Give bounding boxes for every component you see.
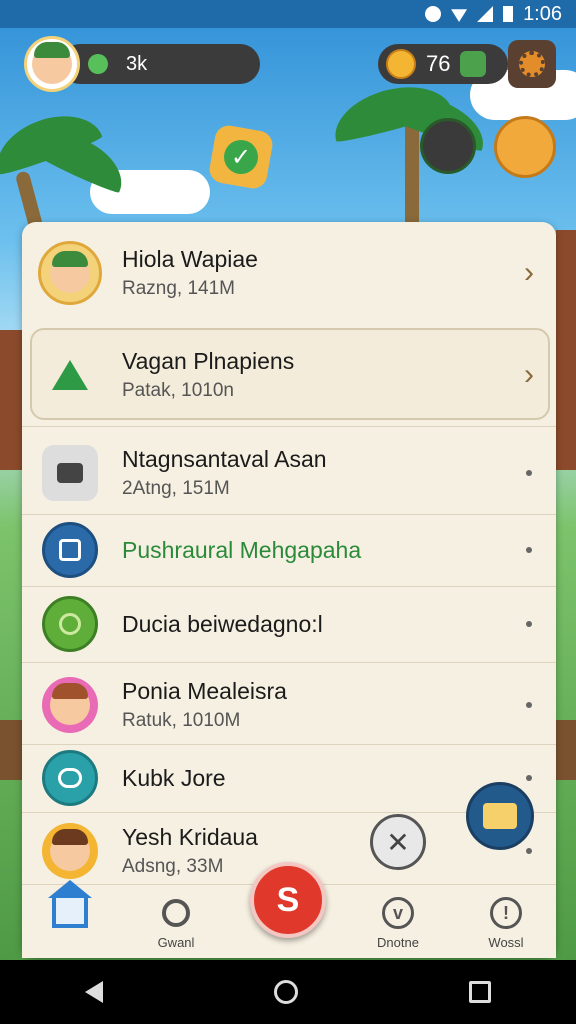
avatar-face-icon xyxy=(50,829,90,871)
list-item-text: Ponia Mealeisra Ratuk, 1010M xyxy=(122,676,287,734)
map-icon xyxy=(42,522,98,578)
compass-icon: ✕ xyxy=(386,826,410,858)
nav-home[interactable] xyxy=(30,880,110,935)
list-item-text: Yesh Kridaua Adsng, 33M xyxy=(122,822,258,880)
list-item[interactable]: Ducia beiwedagno:l xyxy=(22,596,556,652)
leaf-icon xyxy=(42,596,98,652)
message-icon xyxy=(483,803,517,829)
more-dot-icon[interactable] xyxy=(526,547,532,553)
gem-icon xyxy=(88,54,108,74)
gems-value: 3k xyxy=(126,52,148,75)
list-item-subtitle: Adsng, 33M xyxy=(122,856,224,877)
list-item-text: Pushraural Mehgapaha xyxy=(122,535,361,565)
list-item-title: Ntagnsantaval Asan xyxy=(122,446,327,472)
more-dot-icon[interactable] xyxy=(526,775,532,781)
avatar-face-icon xyxy=(50,251,90,293)
chest-button[interactable] xyxy=(494,116,556,178)
avatar xyxy=(38,241,102,305)
chevron-right-icon: › xyxy=(524,358,534,391)
home-circle-icon[interactable] xyxy=(273,980,298,1004)
nav-tab-4[interactable]: ! Wossl xyxy=(466,893,546,950)
more-dot-icon[interactable] xyxy=(526,702,532,708)
divider xyxy=(22,514,556,515)
nav-label: Gwanl xyxy=(157,935,195,950)
list-item-text: Hiola Wapiae Razng, 141M xyxy=(122,244,258,302)
info-icon: ! xyxy=(486,893,526,933)
coins-value: 76 xyxy=(426,51,451,76)
gear-icon xyxy=(519,51,545,77)
hut xyxy=(0,330,24,470)
settings-button[interactable] xyxy=(508,40,556,88)
list-item[interactable]: Hiola Wapiae Razng, 141M › xyxy=(22,240,556,306)
avatar xyxy=(42,677,98,733)
list-item-title: Pushraural Mehgapaha xyxy=(122,537,362,563)
player-avatar[interactable] xyxy=(24,36,80,92)
list-item-text: Ducia beiwedagno:l xyxy=(122,609,323,639)
more-dot-icon[interactable] xyxy=(526,848,532,854)
divider xyxy=(22,586,556,587)
list-item[interactable]: Ntagnsantaval Asan 2Atng, 151M xyxy=(22,440,556,506)
checkmark-icon: ✓ xyxy=(224,140,258,174)
compass-button[interactable]: ✕ xyxy=(370,814,426,870)
list-item-text: Vagan Plnapiens Patak, 1010n xyxy=(122,346,294,404)
coin-icon xyxy=(386,49,416,79)
list-item-title: Ducia beiwedagno:l xyxy=(122,611,323,637)
signal-icon xyxy=(477,6,494,22)
list-item-subtitle: Ratuk, 1010M xyxy=(122,710,241,731)
nav-label: Wossl xyxy=(488,935,524,950)
map-button[interactable] xyxy=(420,118,476,174)
add-coins-icon[interactable] xyxy=(460,51,487,77)
nav-label: Dnotne xyxy=(377,935,419,950)
list-item-title: Hiola Wapiae xyxy=(122,246,258,272)
list-item[interactable]: Pushraural Mehgapaha xyxy=(22,522,556,578)
list-item-subtitle: Patak, 1010n xyxy=(122,380,234,401)
list-item-title: Yesh Kridaua xyxy=(122,824,258,850)
more-dot-icon[interactable] xyxy=(526,621,532,627)
search-icon xyxy=(156,893,196,933)
status-bar: 1:06 xyxy=(0,0,576,28)
avatar-face-icon xyxy=(32,42,72,84)
player-list-panel: Hiola Wapiae Razng, 141M › Vagan Plnapie… xyxy=(22,222,556,958)
avatar-face-icon xyxy=(50,683,90,725)
list-item-subtitle: 2Atng, 151M xyxy=(122,478,230,499)
more-dot-icon[interactable] xyxy=(526,470,532,476)
list-item-title: Kubk Jore xyxy=(122,765,226,791)
battery-icon xyxy=(503,6,514,22)
list-item-text: Ntagnsantaval Asan 2Atng, 151M xyxy=(122,444,327,502)
list-item-subtitle: Razng, 141M xyxy=(122,278,236,299)
camera-icon xyxy=(42,445,98,501)
list-item-title: Vagan Plnapiens xyxy=(122,348,295,374)
back-icon[interactable] xyxy=(85,981,104,1003)
coins-counter[interactable]: 76 xyxy=(378,44,508,84)
avatar xyxy=(42,823,98,879)
system-nav-bar xyxy=(0,960,576,1024)
quest-complete-badge[interactable]: ✓ xyxy=(207,123,275,191)
gems-counter[interactable]: 3k xyxy=(60,44,260,84)
wifi-icon xyxy=(451,9,468,22)
hut xyxy=(556,230,576,470)
list-item[interactable]: Vagan Plnapiens Patak, 1010n › xyxy=(22,342,556,408)
alarm-icon xyxy=(425,6,442,22)
chevron-circle-icon: v xyxy=(378,893,418,933)
main-action-button[interactable]: S xyxy=(250,862,326,938)
status-time: 1:06 xyxy=(523,2,562,25)
chat-bubble-icon xyxy=(42,750,98,806)
nav-search[interactable]: Gwanl xyxy=(136,893,216,950)
divider xyxy=(22,662,556,663)
swap-icon: S xyxy=(276,880,300,919)
chat-button[interactable] xyxy=(466,782,534,850)
home-icon xyxy=(48,880,92,933)
nav-tab-3[interactable]: v Dnotne xyxy=(358,893,438,950)
divider xyxy=(22,744,556,745)
upgrade-arrow-icon xyxy=(42,347,98,403)
recent-apps-icon[interactable] xyxy=(468,981,491,1003)
chevron-right-icon: › xyxy=(524,256,534,289)
divider xyxy=(22,426,556,427)
list-item[interactable]: Ponia Mealeisra Ratuk, 1010M xyxy=(22,672,556,738)
list-item-text: Kubk Jore xyxy=(122,763,226,793)
list-item-title: Ponia Mealeisra xyxy=(122,678,287,704)
